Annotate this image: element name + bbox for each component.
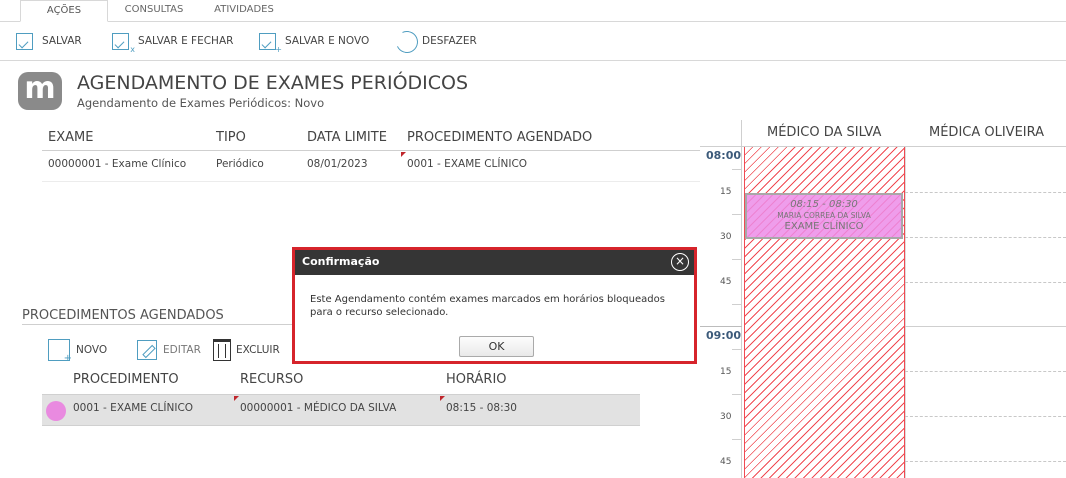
save-new-icon: + xyxy=(259,31,282,54)
save-close-icon: x xyxy=(112,31,135,54)
hour-label: 09:00 xyxy=(706,329,742,342)
column-header-tipo[interactable]: TIPO xyxy=(216,130,246,145)
time-tick xyxy=(732,259,742,260)
dialog-message: Este Agendamento contém exames marcados … xyxy=(310,294,665,318)
edited-marker-icon xyxy=(440,396,445,401)
minute-label: 30 xyxy=(720,232,732,242)
save-and-new-button[interactable]: + SALVAR E NOVO xyxy=(259,29,370,54)
ribbon-tabs: AÇÕES CONSULTAS ATIVIDADES xyxy=(0,0,1066,22)
exam-procedure-cell[interactable]: 0001 - EXAME CLÍNICO xyxy=(407,158,527,170)
minute-label: 15 xyxy=(720,187,732,197)
slot-line xyxy=(905,416,1066,417)
section-divider xyxy=(22,324,298,325)
procedure-cell: 0001 - EXAME CLÍNICO xyxy=(73,402,194,414)
save-check-icon xyxy=(16,31,36,51)
save-and-new-label: SALVAR E NOVO xyxy=(285,35,370,47)
undo-button[interactable]: DESFAZER xyxy=(392,27,477,57)
time-tick xyxy=(732,304,742,305)
appointment-patient: MARIA CORREA DA SILVA xyxy=(777,211,871,220)
edited-marker-icon xyxy=(234,396,239,401)
column-header-data-limite[interactable]: DATA LIMITE xyxy=(307,130,387,145)
toolbar: SALVAR x SALVAR E FECHAR + SALVAR E NOVO… xyxy=(0,22,1066,61)
tab-acoes[interactable]: AÇÕES xyxy=(20,0,108,22)
appointment-block[interactable]: 08:15 - 08:30 MARIA CORREA DA SILVA EXAM… xyxy=(745,193,903,239)
delete-procedure-label: EXCLUIR xyxy=(236,344,280,356)
trash-icon xyxy=(213,339,231,361)
save-and-close-button[interactable]: x SALVAR E FECHAR xyxy=(112,29,234,54)
app-logo: m xyxy=(18,72,62,110)
minute-label: 45 xyxy=(720,457,732,467)
tab-consultas[interactable]: CONSULTAS xyxy=(120,0,188,22)
time-tick xyxy=(732,439,742,440)
minute-label: 15 xyxy=(720,367,732,377)
page-title: AGENDAMENTO DE EXAMES PERIÓDICOS xyxy=(77,72,469,94)
add-icon: + xyxy=(48,339,72,364)
slot-line xyxy=(905,461,1066,462)
column-header-horario[interactable]: HORÁRIO xyxy=(446,372,507,387)
slot-line xyxy=(905,371,1066,372)
dialog-title: Confirmação xyxy=(302,255,380,268)
dialog-header: Confirmação × xyxy=(295,250,694,275)
hour-label: 08:00 xyxy=(706,149,742,162)
time-tick xyxy=(732,214,742,215)
time-tick xyxy=(732,349,742,350)
slot-line xyxy=(905,192,1066,193)
save-label: SALVAR xyxy=(42,35,82,47)
edit-procedure-label: EDITAR xyxy=(163,344,201,356)
table-header-divider xyxy=(42,150,700,151)
column-header-exame[interactable]: EXAME xyxy=(48,130,93,145)
resource-header-medico-da-silva[interactable]: MÉDICO DA SILVA xyxy=(767,125,881,140)
time-tick xyxy=(732,394,742,395)
hour-slot-line xyxy=(905,326,1066,327)
column-header-recurso[interactable]: RECURSO xyxy=(240,372,303,387)
exam-deadline-cell: 08/01/2023 xyxy=(307,158,368,170)
ok-button[interactable]: OK xyxy=(459,336,534,357)
time-tick xyxy=(732,169,742,170)
resource-column-divider xyxy=(905,147,906,478)
procedures-section-title: PROCEDIMENTOS AGENDADOS xyxy=(22,308,224,323)
new-procedure-button[interactable]: + NOVO xyxy=(48,338,108,364)
resource-cell: 00000001 - MÉDICO DA SILVA xyxy=(240,402,397,414)
save-button[interactable]: SALVAR xyxy=(16,29,82,53)
appointment-procedure: EXAME CLÍNICO xyxy=(784,221,864,232)
delete-procedure-button[interactable]: EXCLUIR xyxy=(213,338,280,362)
tab-atividades[interactable]: ATIVIDADES xyxy=(206,0,282,22)
edit-procedure-button[interactable]: EDITAR xyxy=(137,338,201,362)
new-procedure-label: NOVO xyxy=(76,344,108,356)
exam-type-cell: Periódico xyxy=(216,158,264,170)
table-row-divider xyxy=(42,181,700,182)
column-header-procedimento[interactable]: PROCEDIMENTO xyxy=(73,372,179,387)
hour-divider xyxy=(700,326,742,327)
procedure-color-indicator xyxy=(46,401,66,421)
slot-line xyxy=(905,282,1066,283)
save-and-close-label: SALVAR E FECHAR xyxy=(138,35,234,47)
exam-cell: 00000001 - Exame Clínico xyxy=(48,158,187,170)
pencil-icon xyxy=(137,340,157,360)
slot-line xyxy=(905,237,1066,238)
page-subtitle: Agendamento de Exames Periódicos: Novo xyxy=(77,96,325,110)
close-icon[interactable]: × xyxy=(671,253,689,271)
confirmation-dialog: Confirmação × Este Agendamento contém ex… xyxy=(292,247,697,364)
edited-marker-icon xyxy=(401,152,406,157)
undo-label: DESFAZER xyxy=(422,35,477,47)
appointment-time: 08:15 - 08:30 xyxy=(790,199,858,210)
time-cell: 08:15 - 08:30 xyxy=(446,402,517,414)
resource-header-medica-oliveira[interactable]: MÉDICA OLIVEIRA xyxy=(929,125,1044,140)
column-header-procedimento-agendado[interactable]: PROCEDIMENTO AGENDADO xyxy=(407,130,592,145)
undo-icon xyxy=(392,27,422,57)
minute-label: 30 xyxy=(720,412,732,422)
minute-label: 45 xyxy=(720,277,732,287)
